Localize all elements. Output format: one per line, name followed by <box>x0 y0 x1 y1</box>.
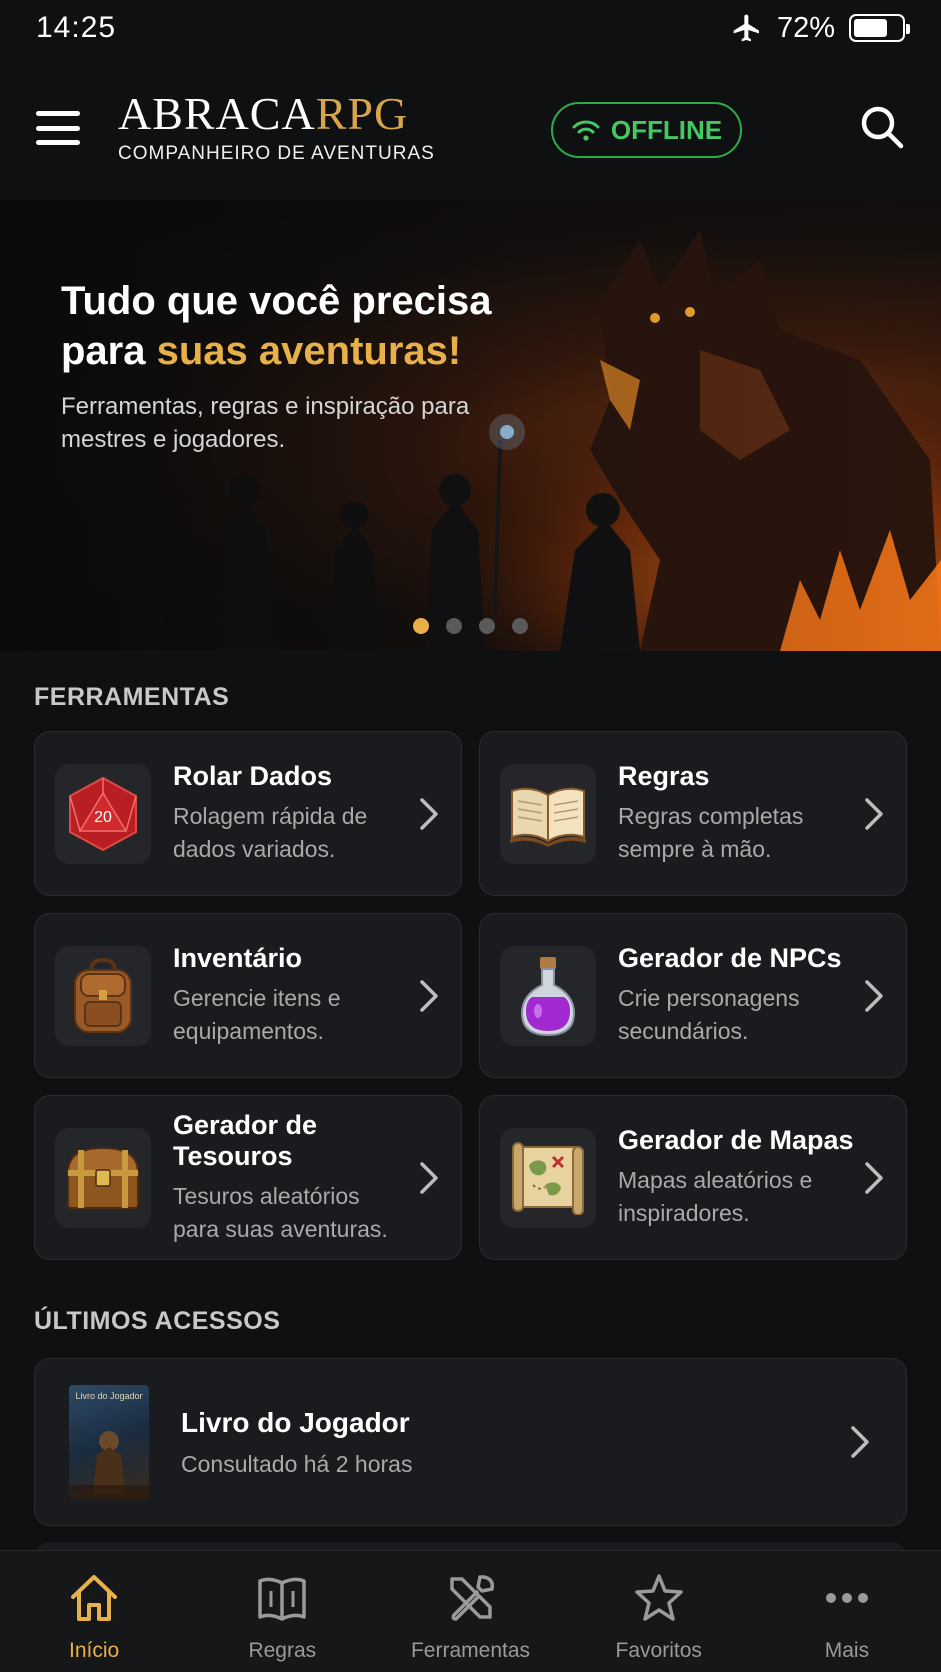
tool-icon-container <box>55 945 151 1046</box>
nav-item-inicio[interactable]: Início <box>0 1551 188 1672</box>
bottom-navigation: Início Regras Ferramentas Favoritos Mais <box>0 1550 941 1672</box>
tool-card-rolar-dados[interactable]: 20 Rolar Dados Rolagem rápida de dados v… <box>34 731 462 896</box>
hero-title-line1: Tudo que você precisa <box>61 279 492 323</box>
tool-icon-container <box>500 1127 596 1228</box>
tool-icon-container <box>500 763 596 864</box>
nav-label: Início <box>69 1639 120 1662</box>
nav-label: Regras <box>248 1639 317 1662</box>
backpack-icon <box>74 957 132 1033</box>
recent-subtitle: Consultado há 2 horas <box>181 1450 413 1477</box>
chevron-right-icon <box>851 1426 869 1458</box>
potion-icon <box>520 956 576 1036</box>
map-scroll-icon <box>512 1141 584 1215</box>
status-indicators: 72% <box>731 11 910 45</box>
app-header: ABRACARPG COMPANHEIRO DE AVENTURAS OFFLI… <box>0 56 941 200</box>
tool-text: Gerador de Mapas Mapas aleatórios e insp… <box>618 1125 862 1230</box>
battery-fill <box>854 19 888 37</box>
offline-status-button[interactable]: OFFLINE <box>551 102 742 158</box>
nav-label: Favoritos <box>615 1639 702 1662</box>
logo-main-text: ABRACA <box>118 88 316 139</box>
hero-banner[interactable]: Tudo que você precisa para suas aventura… <box>0 200 941 651</box>
carousel-dot[interactable] <box>479 618 495 634</box>
carousel-dots <box>413 618 528 634</box>
tool-text: Inventário Gerencie itens e equipamentos… <box>173 943 417 1048</box>
hero-title-prefix: para <box>61 329 157 373</box>
tool-description: Mapas aleatórios e inspiradores. <box>618 1167 813 1226</box>
chevron-right-icon <box>865 1161 883 1194</box>
d20-dice-icon: 20 <box>69 776 137 851</box>
tool-card-gerador-tesouros[interactable]: Gerador de Tesouros Tesuros aleatórios p… <box>34 1095 462 1260</box>
tool-card-regras[interactable]: Regras Regras completas sempre à mão. <box>479 731 907 896</box>
tool-title: Regras <box>618 761 710 791</box>
chevron-right-icon <box>420 797 438 830</box>
tools-icon <box>449 1575 494 1621</box>
tool-text: Gerador de NPCs Crie personagens secundá… <box>618 943 862 1048</box>
tool-text: Regras Regras completas sempre à mão. <box>618 761 862 866</box>
book-cover-art <box>69 1431 149 1499</box>
tool-description: Gerencie itens e equipamentos. <box>173 985 341 1044</box>
recent-text: Livro do Jogador Consultado há 2 horas <box>181 1407 848 1478</box>
recent-section-title: ÚLTIMOS ACESSOS <box>34 1307 281 1335</box>
tools-section-title: FERRAMENTAS <box>34 683 230 711</box>
carousel-dot[interactable] <box>446 618 462 634</box>
more-icon <box>825 1593 868 1603</box>
offline-label: OFFLINE <box>610 114 723 145</box>
airplane-mode-icon <box>733 14 759 42</box>
nav-label: Ferramentas <box>410 1639 531 1662</box>
tool-description: Rolagem rápida de dados variados. <box>173 803 368 862</box>
battery-percentage: 72% <box>776 11 835 44</box>
recent-item-livro-do-jogador[interactable]: Livro do Jogador Livro do Jogador Consul… <box>34 1358 907 1526</box>
nav-label: Mais <box>824 1639 870 1662</box>
hero-title: Tudo que você precisa para suas aventura… <box>61 276 541 376</box>
chevron-right-icon <box>865 979 883 1012</box>
tool-title: Gerador de Tesouros <box>173 1109 318 1171</box>
app-screen: 14:25 72% ABRACARPG COMPANHEIRO DE AVENT… <box>0 0 941 1672</box>
logo-tagline: COMPANHEIRO DE AVENTURAS <box>118 143 435 164</box>
search-icon[interactable] <box>857 102 907 152</box>
nav-item-regras[interactable]: Regras <box>188 1551 376 1672</box>
status-bar: 14:25 72% <box>0 0 941 56</box>
chevron-right-icon <box>420 979 438 1012</box>
carousel-dot[interactable] <box>413 618 429 634</box>
tool-description: Regras completas sempre à mão. <box>618 803 804 862</box>
hero-subtitle: Ferramentas, regras e inspiração para me… <box>61 393 470 453</box>
star-icon <box>634 1574 683 1621</box>
book-icon <box>258 1577 307 1621</box>
tool-card-gerador-mapas[interactable]: Gerador de Mapas Mapas aleatórios e insp… <box>479 1095 907 1260</box>
tool-title: Gerador de Mapas <box>618 1125 854 1155</box>
hero-title-accent: suas aventuras! <box>156 329 462 373</box>
chevron-right-icon <box>865 797 883 830</box>
tool-icon-container <box>500 945 596 1046</box>
carousel-dot[interactable] <box>512 618 528 634</box>
tool-title: Gerador de NPCs <box>618 943 842 973</box>
tool-text: Rolar Dados Rolagem rápida de dados vari… <box>173 761 417 866</box>
tool-card-inventario[interactable]: Inventário Gerencie itens e equipamentos… <box>34 913 462 1078</box>
tool-description: Crie personagens secundários. <box>618 985 800 1044</box>
treasure-chest-icon <box>66 1146 140 1209</box>
svg-text:20: 20 <box>94 809 112 826</box>
tool-icon-container <box>55 1127 151 1228</box>
logo-accent-text: RPG <box>315 88 409 139</box>
wifi-icon <box>572 120 600 141</box>
open-book-icon <box>510 787 586 847</box>
battery-icon <box>849 14 910 42</box>
recent-title: Livro do Jogador <box>181 1406 410 1438</box>
home-icon <box>71 1575 118 1621</box>
tool-title: Inventário <box>173 943 303 973</box>
tool-icon-container: 20 <box>55 763 151 864</box>
chevron-right-icon <box>420 1161 438 1194</box>
app-logo: ABRACARPG COMPANHEIRO DE AVENTURAS <box>118 91 435 165</box>
nav-item-favoritos[interactable]: Favoritos <box>565 1551 753 1672</box>
tool-description: Tesuros aleatórios para suas aventuras. <box>173 1182 388 1242</box>
nav-item-ferramentas[interactable]: Ferramentas <box>376 1551 564 1672</box>
logo-wordmark: ABRACARPG <box>118 91 435 137</box>
book-cover-thumbnail: Livro do Jogador <box>69 1385 149 1499</box>
tool-title: Rolar Dados <box>173 761 333 791</box>
hamburger-menu-icon[interactable] <box>36 111 80 145</box>
tool-card-gerador-npcs[interactable]: Gerador de NPCs Crie personagens secundá… <box>479 913 907 1078</box>
status-time: 14:25 <box>36 11 117 44</box>
tool-text: Gerador de Tesouros Tesuros aleatórios p… <box>173 1110 417 1246</box>
nav-item-mais[interactable]: Mais <box>753 1551 941 1672</box>
